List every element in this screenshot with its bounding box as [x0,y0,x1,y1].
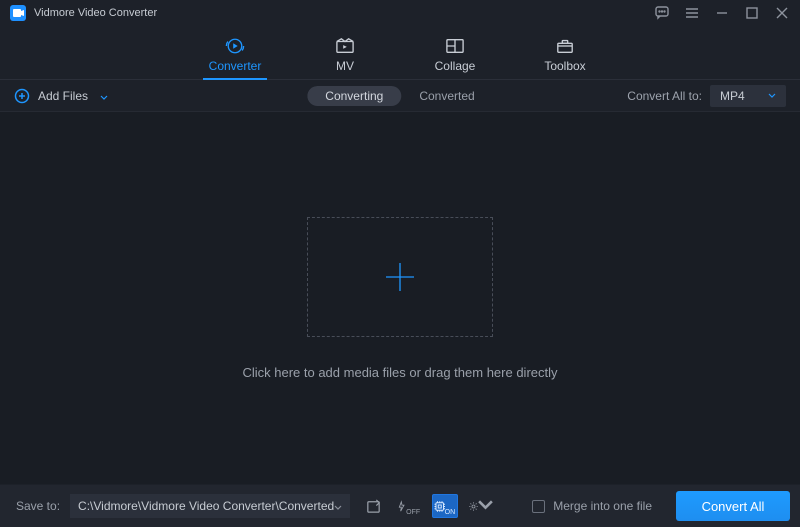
save-path-select[interactable]: C:\Vidmore\Vidmore Video Converter\Conve… [70,494,350,518]
convert-all-button[interactable]: Convert All [676,491,790,521]
nav-converter-label: Converter [209,59,262,73]
tab-converting[interactable]: Converting [307,86,401,106]
title-bar: Vidmore Video Converter [0,0,800,26]
settings-button[interactable] [468,494,494,518]
menu-icon[interactable] [684,5,700,21]
checkbox-icon [532,500,545,513]
save-path-value: C:\Vidmore\Vidmore Video Converter\Conve… [78,499,334,513]
minimize-icon[interactable] [714,5,730,21]
close-icon[interactable] [774,5,790,21]
secondary-toolbar: Add Files Converting Converted Convert A… [0,80,800,112]
nav-mv[interactable]: MV [315,31,375,79]
convert-all-to-group: Convert All to: MP4 [627,85,786,107]
selected-format: MP4 [720,89,745,103]
maximize-icon[interactable] [744,5,760,21]
speed-status: OFF [406,509,420,516]
open-folder-button[interactable] [360,494,386,518]
nav-collage-label: Collage [435,59,476,73]
format-select[interactable]: MP4 [710,85,786,107]
merge-checkbox[interactable]: Merge into one file [532,499,652,513]
merge-label: Merge into one file [553,499,652,513]
nav-toolbox[interactable]: Toolbox [535,31,595,79]
gpu-accel-toggle[interactable]: ON [432,494,458,518]
drop-instruction: Click here to add media files or drag th… [242,365,557,380]
nav-mv-label: MV [336,59,354,73]
convert-all-button-label: Convert All [702,499,765,514]
bottom-bar: Save to: C:\Vidmore\Vidmore Video Conver… [0,485,800,527]
nav-collage[interactable]: Collage [425,31,485,79]
save-to-label: Save to: [16,499,60,513]
add-files-label: Add Files [38,89,88,103]
add-files-button[interactable]: Add Files [14,88,108,104]
app-title: Vidmore Video Converter [34,7,157,19]
status-tabs: Converting Converted [307,86,492,106]
nav-converter[interactable]: Converter [205,31,265,79]
window-controls [654,5,790,21]
main-nav: Converter MV Collage Toolbox [0,26,800,80]
add-files-dropbox[interactable] [307,217,493,337]
feedback-icon[interactable] [654,5,670,21]
drop-area: Click here to add media files or drag th… [0,112,800,484]
app-logo-icon [10,5,26,21]
chevron-down-icon [100,89,108,103]
chevron-down-icon [334,499,342,513]
tab-converted[interactable]: Converted [401,86,492,106]
plus-icon [380,257,420,297]
high-speed-toggle[interactable]: OFF [396,494,422,518]
nav-toolbox-label: Toolbox [544,59,585,73]
gpu-status: ON [445,509,456,516]
chevron-down-icon [477,496,494,516]
convert-all-to-label: Convert All to: [627,89,702,103]
